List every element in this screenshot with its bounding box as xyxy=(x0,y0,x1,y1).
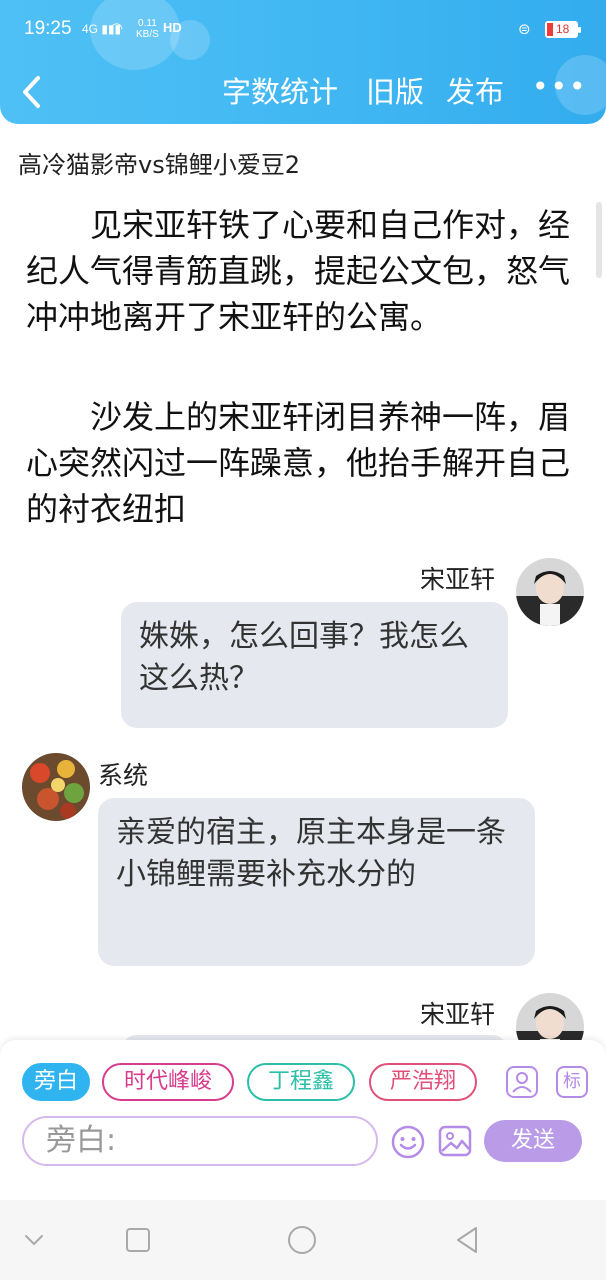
character-chip[interactable]: 丁程鑫 xyxy=(247,1063,355,1101)
word-count-button[interactable]: 字数统计 xyxy=(222,72,338,112)
system-nav-bar xyxy=(0,1200,606,1280)
speed-value: 0.11 xyxy=(138,18,157,29)
tag-button[interactable]: 标 xyxy=(556,1066,588,1098)
character-chip[interactable]: 时代峰峻 xyxy=(102,1063,234,1101)
speaker-name: 系统 xyxy=(98,761,149,790)
emoji-button[interactable] xyxy=(390,1124,426,1160)
emoji-icon xyxy=(391,1125,425,1159)
back-button[interactable] xyxy=(18,72,48,112)
image-icon xyxy=(438,1125,472,1157)
publish-button[interactable]: 发布 xyxy=(446,72,504,112)
message-input[interactable]: 旁白: xyxy=(22,1116,378,1166)
avatar[interactable] xyxy=(22,753,90,821)
narration-paragraph[interactable]: 沙发上的宋亚轩闭目养神一阵，眉心突然闪过一阵躁意，他抬手解开自己的衬衣纽扣 xyxy=(26,394,572,532)
speaker-name: 宋亚轩 xyxy=(420,1000,496,1029)
battery-level: 18 xyxy=(556,22,570,36)
app-header: 19:25 4G ▮▮▮ ◠ 0.11 KB/S HD ⊜ 18 字数统计 旧版 … xyxy=(0,0,606,124)
home-icon[interactable] xyxy=(286,1224,318,1256)
narration-paragraph[interactable]: 见宋亚轩铁了心要和自己作对，经纪人气得青筋直跳，提起公文包，怒气冲冲地离开了宋亚… xyxy=(26,202,572,340)
character-chip[interactable]: 严浩翔 xyxy=(369,1063,477,1101)
chat-bubble[interactable]: 姝姝，怎么回事？我怎么这么热？ xyxy=(121,602,508,728)
back-nav-icon[interactable] xyxy=(452,1224,484,1256)
hd-indicator: HD xyxy=(163,20,182,35)
scrollbar[interactable] xyxy=(596,202,602,278)
speaker-name: 宋亚轩 xyxy=(420,565,496,594)
speed-unit: KB/S xyxy=(136,29,159,40)
character-chip-narration[interactable]: 旁白 xyxy=(22,1063,90,1101)
battery-icon: 18 xyxy=(545,21,581,38)
image-button[interactable] xyxy=(438,1124,472,1158)
network-speed: 0.11 KB/S xyxy=(136,18,159,40)
old-version-button[interactable]: 旧版 xyxy=(366,72,424,112)
story-title: 高冷猫影帝vs锦鲤小爱豆2 xyxy=(18,151,300,179)
lock-icon: ⊜ xyxy=(518,20,531,38)
person-icon xyxy=(512,1072,532,1093)
status-bar: 19:25 4G ▮▮▮ ◠ 0.11 KB/S HD ⊜ 18 xyxy=(0,14,606,48)
more-icon[interactable]: ••• xyxy=(532,72,588,102)
avatar[interactable] xyxy=(516,558,584,626)
wifi-icon: ◠ xyxy=(110,20,124,37)
recent-apps-icon[interactable] xyxy=(122,1224,154,1256)
chevron-down-icon[interactable] xyxy=(18,1224,50,1256)
chevron-left-icon xyxy=(23,76,40,108)
status-time: 19:25 xyxy=(24,18,72,39)
send-button[interactable]: 发送 xyxy=(484,1120,582,1162)
chat-bubble[interactable]: 亲爱的宿主，原主本身是一条小锦鲤需要补充水分的 xyxy=(98,798,535,966)
network-type: 4G xyxy=(82,22,99,36)
character-manage-button[interactable] xyxy=(506,1066,538,1098)
